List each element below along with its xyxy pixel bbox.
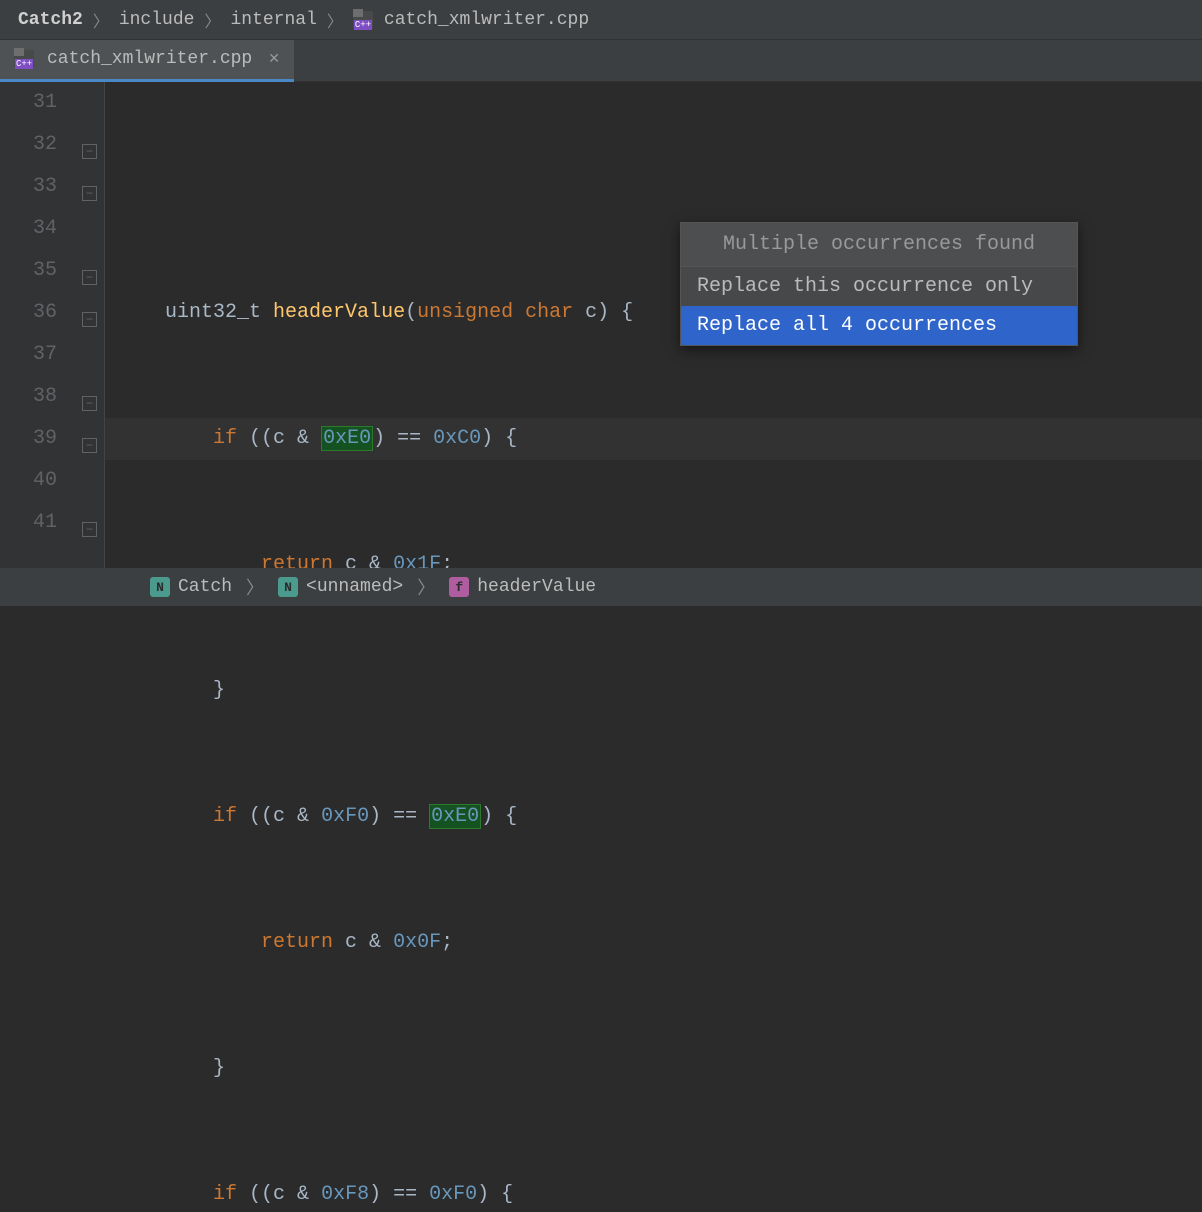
- fold-collapse-icon[interactable]: −: [82, 144, 97, 159]
- code-line[interactable]: }: [105, 1048, 1202, 1090]
- number-literal: 0x0F: [393, 931, 441, 954]
- fold-expand-icon[interactable]: −: [82, 270, 97, 285]
- keyword: if: [213, 805, 237, 828]
- chevron-right-icon: 〉: [417, 574, 435, 600]
- breadcrumb-seg-internal[interactable]: internal: [230, 10, 316, 30]
- type-keyword: uint32_t: [165, 301, 261, 324]
- keyword: if: [213, 427, 237, 450]
- keyword: unsigned: [417, 301, 513, 324]
- breadcrumb-root[interactable]: Catch2: [18, 10, 83, 30]
- code-text: ((c &: [249, 1183, 321, 1206]
- code-line[interactable]: return c & 0x0F;: [105, 922, 1202, 964]
- code-text: ((c &: [249, 805, 321, 828]
- line-number[interactable]: 38: [0, 376, 57, 418]
- cpp-file-icon: [353, 11, 373, 29]
- code-text: ) ==: [369, 1183, 429, 1206]
- function-icon: f: [449, 577, 469, 597]
- code-text: ) {: [477, 1183, 513, 1206]
- fold-collapse-icon[interactable]: −: [82, 438, 97, 453]
- line-number[interactable]: 39: [0, 418, 57, 460]
- code-line[interactable]: if ((c & 0xF0) == 0xE0) {: [105, 796, 1202, 838]
- fold-gutter: − − − − − − −: [75, 82, 105, 568]
- namespace-icon: N: [150, 577, 170, 597]
- highlighted-literal: 0xE0: [321, 426, 373, 451]
- code-text: ) {: [481, 427, 517, 450]
- close-icon[interactable]: ✕: [268, 51, 280, 68]
- status-namespace-unnamed[interactable]: <unnamed>: [306, 577, 403, 597]
- breadcrumb-bar: Catch2 〉 include 〉 internal 〉 catch_xmlw…: [0, 0, 1202, 40]
- status-namespace[interactable]: Catch: [178, 577, 232, 597]
- code-text: ;: [441, 931, 453, 954]
- line-number[interactable]: 31: [0, 82, 57, 124]
- number-literal: 0xC0: [433, 427, 481, 450]
- code-text: c) {: [585, 301, 633, 324]
- line-number[interactable]: 32: [0, 124, 57, 166]
- keyword: return: [261, 931, 333, 954]
- breadcrumb-seg-include[interactable]: include: [119, 10, 195, 30]
- fold-expand-icon[interactable]: −: [82, 522, 97, 537]
- code-text: }: [213, 679, 225, 702]
- code-line[interactable]: }: [105, 670, 1202, 712]
- highlighted-literal: 0xE0: [429, 804, 481, 829]
- code-line[interactable]: [105, 166, 1202, 208]
- cpp-file-icon: [14, 50, 34, 68]
- function-name: headerValue: [273, 301, 405, 324]
- fold-expand-icon[interactable]: −: [82, 396, 97, 411]
- namespace-icon: N: [278, 577, 298, 597]
- chevron-right-icon: 〉: [246, 574, 264, 600]
- status-breadcrumb: N Catch 〉 N <unnamed> 〉 f headerValue: [0, 568, 1202, 606]
- number-literal: 0xF8: [321, 1183, 369, 1206]
- number-literal: 0xF0: [321, 805, 369, 828]
- fold-collapse-icon[interactable]: −: [82, 186, 97, 201]
- replace-all-option[interactable]: Replace all 4 occurrences: [681, 306, 1077, 345]
- tab-bar: catch_xmlwriter.cpp ✕: [0, 40, 1202, 82]
- fold-collapse-icon[interactable]: −: [82, 312, 97, 327]
- code-text: c &: [333, 931, 393, 954]
- keyword: char: [525, 301, 573, 324]
- status-function[interactable]: headerValue: [477, 577, 596, 597]
- code-text: ((c &: [249, 427, 321, 450]
- code-text: ) {: [481, 805, 517, 828]
- breadcrumb-file[interactable]: catch_xmlwriter.cpp: [353, 10, 589, 30]
- chevron-right-icon: 〉: [93, 8, 109, 32]
- breadcrumb-filename: catch_xmlwriter.cpp: [384, 10, 589, 30]
- editor-tab[interactable]: catch_xmlwriter.cpp ✕: [0, 40, 294, 82]
- keyword: if: [213, 1183, 237, 1206]
- code-text: }: [213, 1057, 225, 1080]
- code-text: ) ==: [373, 427, 433, 450]
- code-line-active[interactable]: if ((c & 0xE0) == 0xC0) {: [105, 418, 1202, 460]
- line-number[interactable]: 37: [0, 334, 57, 376]
- chevron-right-icon: 〉: [327, 8, 343, 32]
- line-gutter: 31 32 33 34 35 36 37 38 39 40 41: [0, 82, 75, 568]
- line-number[interactable]: 40: [0, 460, 57, 502]
- chevron-right-icon: 〉: [204, 8, 220, 32]
- popup-title: Multiple occurrences found: [681, 223, 1077, 267]
- line-number[interactable]: 41: [0, 502, 57, 544]
- line-number[interactable]: 36: [0, 292, 57, 334]
- tab-filename: catch_xmlwriter.cpp: [47, 49, 252, 69]
- replace-one-option[interactable]: Replace this occurrence only: [681, 267, 1077, 306]
- number-literal: 0xF0: [429, 1183, 477, 1206]
- line-number[interactable]: 34: [0, 208, 57, 250]
- line-number[interactable]: 33: [0, 166, 57, 208]
- code-line[interactable]: if ((c & 0xF8) == 0xF0) {: [105, 1174, 1202, 1212]
- refactor-popup: Multiple occurrences found Replace this …: [680, 222, 1078, 346]
- code-text: ) ==: [369, 805, 429, 828]
- line-number[interactable]: 35: [0, 250, 57, 292]
